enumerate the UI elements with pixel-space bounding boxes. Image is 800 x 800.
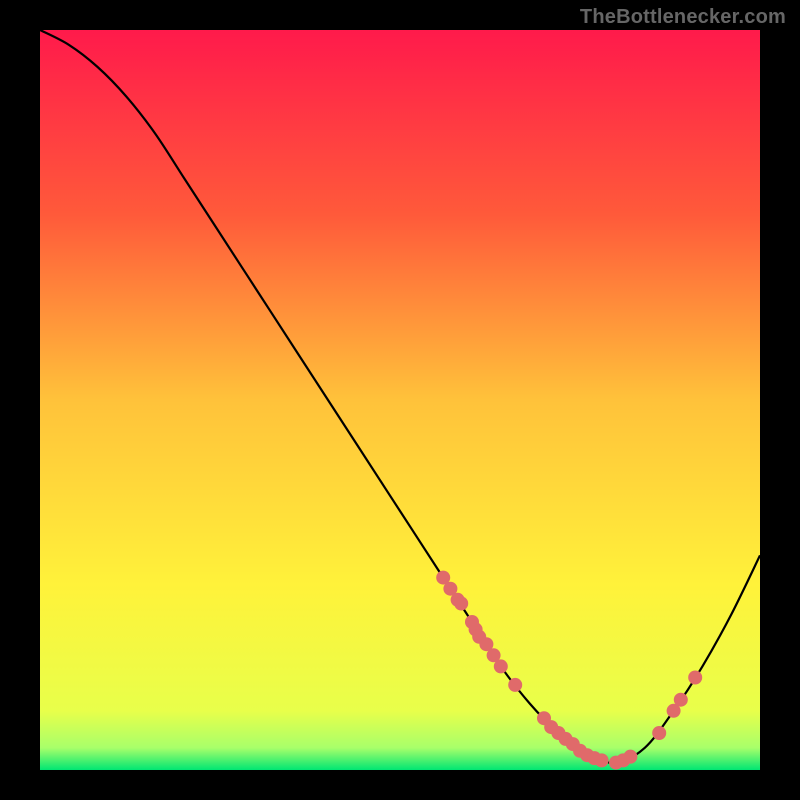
sample-point [595, 753, 609, 767]
sample-point [623, 750, 637, 764]
sample-point [454, 597, 468, 611]
sample-point [674, 693, 688, 707]
bottleneck-chart [40, 30, 760, 770]
chart-canvas [40, 30, 760, 770]
attribution-text: TheBottlenecker.com [580, 6, 786, 29]
sample-point [652, 726, 666, 740]
gradient-background [40, 30, 760, 770]
sample-point [688, 671, 702, 685]
sample-point [508, 678, 522, 692]
sample-point [494, 659, 508, 673]
